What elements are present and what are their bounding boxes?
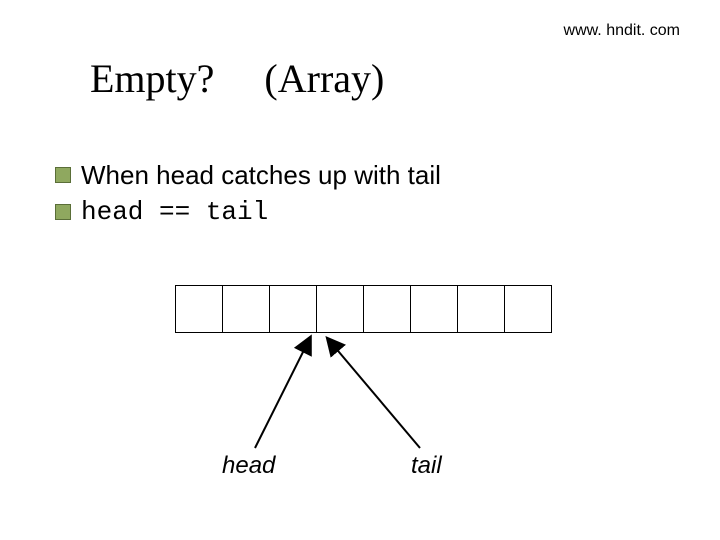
bullet-1-pre: When [81,160,156,190]
title-part-2: (Array) [264,56,384,101]
bullet-list: When head catches up with tail head == t… [55,160,441,233]
array-cell [222,285,270,333]
array-cell [269,285,317,333]
array-cell [410,285,458,333]
array-cell [175,285,223,333]
slide-title: Empty? (Array) [90,55,384,102]
arrows-svg [0,333,720,463]
bullet-item: head == tail [55,197,441,227]
head-arrow [255,338,310,448]
array-cell [363,285,411,333]
tail-arrow [328,339,420,448]
bullet-square-icon [55,204,71,220]
bullet-item: When head catches up with tail [55,160,441,191]
source-url: www. hndit. com [564,22,680,40]
bullet-1-post: head catches up with tail [156,160,441,190]
bullet-code: head == tail [81,197,268,227]
array-cell [457,285,505,333]
head-label: head [222,452,275,480]
array-diagram [175,285,552,333]
bullet-text: When head catches up with tail [81,160,441,191]
title-part-1: Empty? [90,56,214,101]
tail-label: tail [411,452,442,480]
array-cell [504,285,552,333]
array-cell [316,285,364,333]
bullet-square-icon [55,167,71,183]
